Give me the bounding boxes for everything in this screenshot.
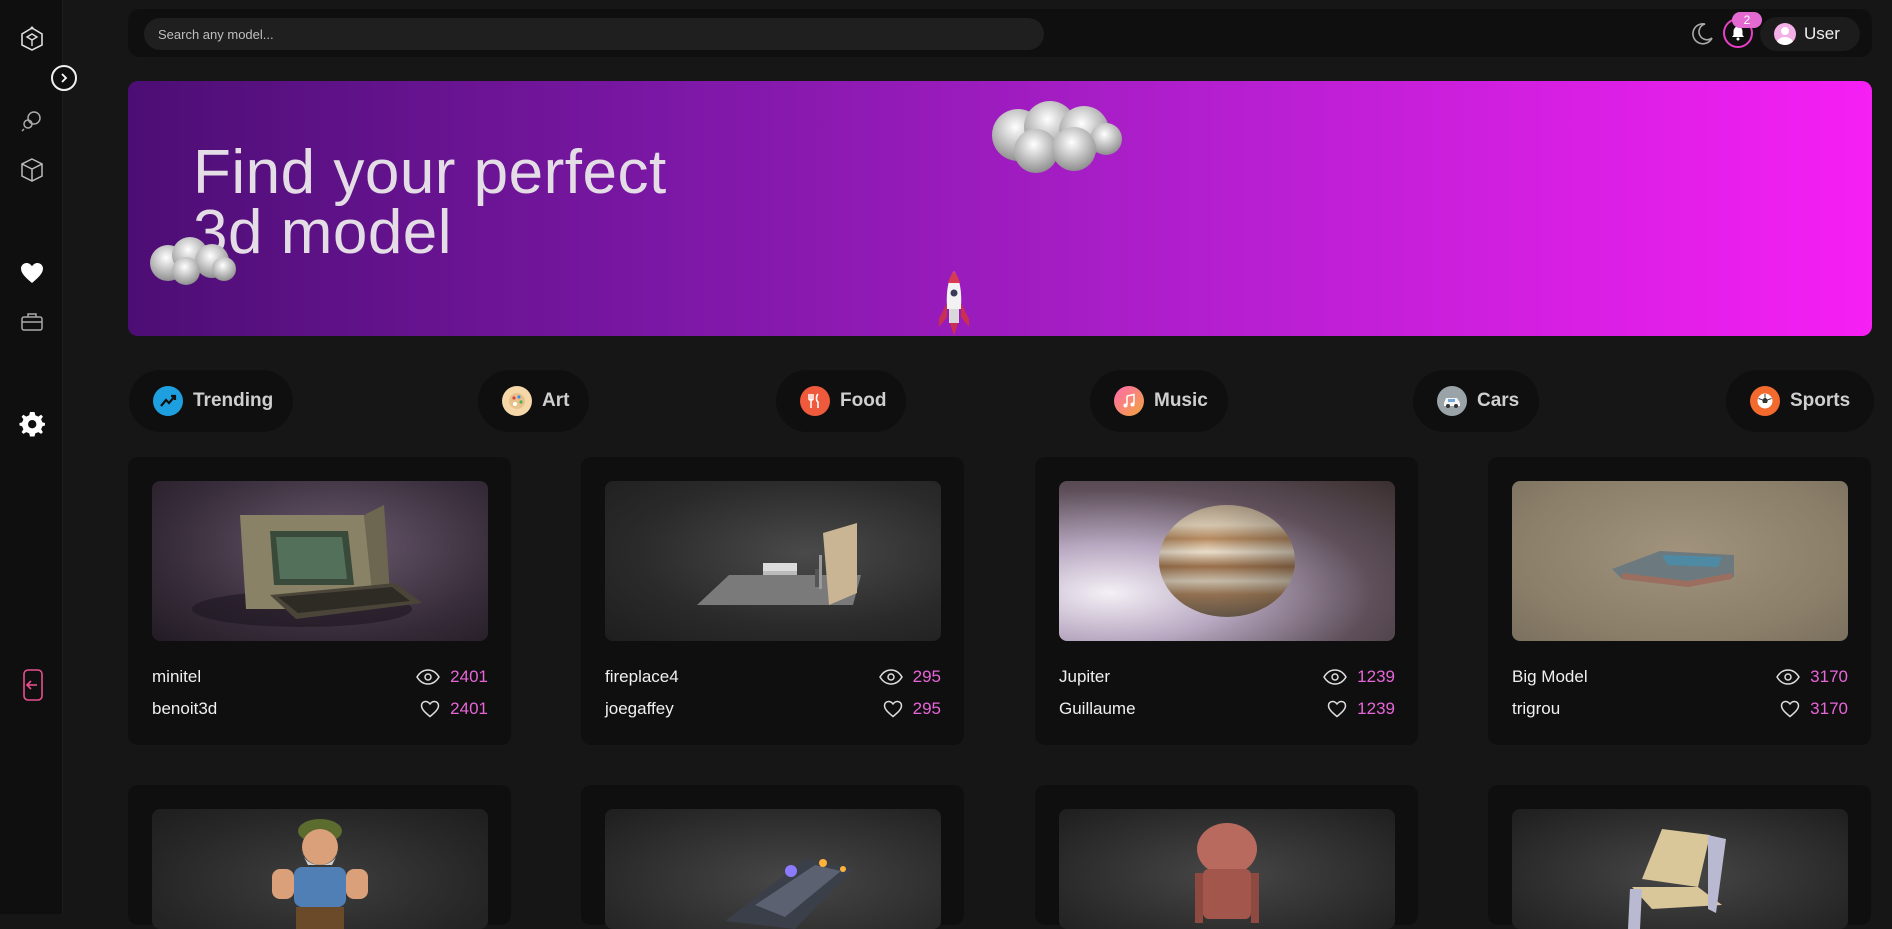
- model-thumbnail: [1059, 481, 1395, 641]
- eye-icon: [416, 669, 441, 685]
- model-card-big-model[interactable]: Big Model trigrou 3170 3170: [1488, 457, 1871, 745]
- model-card-chair[interactable]: [1035, 785, 1418, 929]
- model-author: benoit3d: [152, 699, 218, 718]
- model-title: Big Model: [1512, 667, 1588, 686]
- rocket-image: [939, 271, 969, 336]
- eye-icon: [1323, 669, 1348, 685]
- model-card-lounge-chair[interactable]: [1488, 785, 1871, 929]
- heart-icon[interactable]: [0, 260, 63, 286]
- category-label: Food: [840, 390, 887, 411]
- model-title: minitel: [152, 667, 202, 686]
- views-count: 1239: [1357, 667, 1395, 686]
- category-label: Music: [1154, 390, 1208, 411]
- cloud-image: [992, 101, 1122, 173]
- chevron-right-icon: [61, 73, 68, 83]
- likes-stat: 1239: [1327, 699, 1395, 719]
- likes-stat: 2401: [420, 699, 488, 719]
- model-thumbnail: [152, 481, 488, 641]
- views-count: 3170: [1810, 667, 1848, 686]
- dark-mode-toggle[interactable]: [1688, 21, 1714, 52]
- likes-count: 3170: [1810, 699, 1848, 718]
- hero-title-line2: 3d model: [193, 198, 453, 267]
- car-icon: [1437, 386, 1467, 416]
- heart-outline-icon[interactable]: [1327, 700, 1347, 718]
- user-menu-button[interactable]: User: [1760, 17, 1860, 51]
- category-sports[interactable]: Sports: [1726, 370, 1875, 432]
- category-label: Sports: [1790, 390, 1851, 411]
- model-card-soldier[interactable]: [128, 785, 511, 929]
- ball-icon: [1750, 386, 1780, 416]
- likes-count: 2401: [450, 699, 488, 718]
- model-thumbnail: [605, 809, 941, 929]
- sidebar: [0, 0, 63, 914]
- eye-icon: [1776, 669, 1801, 685]
- views-stat: 2401: [416, 667, 488, 687]
- category-food[interactable]: Food: [776, 370, 907, 432]
- views-stat: 1239: [1323, 667, 1395, 687]
- category-trending[interactable]: Trending: [129, 370, 294, 432]
- heart-outline-icon[interactable]: [1780, 700, 1800, 718]
- heart-outline-icon[interactable]: [883, 700, 903, 718]
- sidebar-expand-button[interactable]: [51, 65, 77, 91]
- user-name: User: [1804, 24, 1840, 43]
- likes-count: 1239: [1357, 699, 1395, 718]
- model-card-fireplace4[interactable]: fireplace4 joegaffey 295 295: [581, 457, 964, 745]
- category-music[interactable]: Music: [1090, 370, 1228, 432]
- model-title: Jupiter: [1059, 667, 1111, 686]
- model-title: fireplace4: [605, 667, 679, 686]
- likes-stat: 295: [883, 699, 941, 719]
- fork-knife-icon: [800, 386, 830, 416]
- likes-count: 295: [912, 699, 941, 718]
- music-note-icon: [1114, 386, 1144, 416]
- model-card-spaceship[interactable]: [581, 785, 964, 929]
- model-author: joegaffey: [605, 699, 674, 718]
- views-stat: 295: [878, 667, 941, 687]
- logo-icon[interactable]: [0, 26, 63, 52]
- views-count: 2401: [450, 667, 488, 686]
- model-author: trigrou: [1512, 699, 1561, 718]
- moon-icon: [1692, 22, 1713, 45]
- settings-icon[interactable]: [0, 411, 63, 437]
- notification-badge: 2: [1732, 12, 1762, 28]
- briefcase-icon[interactable]: [0, 310, 63, 334]
- views-stat: 3170: [1776, 667, 1848, 687]
- views-count: 295: [912, 667, 941, 686]
- model-card-minitel[interactable]: minitel benoit3d 2401 2401: [128, 457, 511, 745]
- heart-outline-icon[interactable]: [420, 700, 440, 718]
- eye-icon: [878, 669, 903, 685]
- palette-icon: [502, 386, 532, 416]
- model-thumbnail: [1512, 809, 1848, 929]
- likes-stat: 3170: [1780, 699, 1848, 719]
- model-thumbnail: [605, 481, 941, 641]
- top-bar: 2 User: [128, 9, 1872, 57]
- model-card-jupiter[interactable]: Jupiter Guillaume 1239 1239: [1035, 457, 1418, 745]
- cube-icon[interactable]: [0, 156, 63, 184]
- logout-icon[interactable]: [0, 669, 63, 701]
- category-label: Trending: [193, 390, 274, 411]
- search-input[interactable]: [144, 18, 1044, 50]
- category-label: Art: [542, 390, 570, 411]
- model-author: Guillaume: [1059, 699, 1136, 718]
- hero-title-line1: Find your perfect: [193, 138, 667, 207]
- model-thumbnail: [1512, 481, 1848, 641]
- model-thumbnail: [1059, 809, 1395, 929]
- category-art[interactable]: Art: [478, 370, 590, 432]
- avatar: [1774, 23, 1796, 45]
- explore-icon[interactable]: [0, 108, 63, 134]
- cloud-image-small: [150, 237, 236, 285]
- trending-icon: [153, 386, 183, 416]
- model-thumbnail: [152, 809, 488, 929]
- category-label: Cars: [1477, 390, 1520, 411]
- hero-banner: Find your perfect 3d model: [128, 81, 1872, 336]
- category-cars[interactable]: Cars: [1413, 370, 1540, 432]
- hero-title: Find your perfect 3d model: [193, 138, 667, 267]
